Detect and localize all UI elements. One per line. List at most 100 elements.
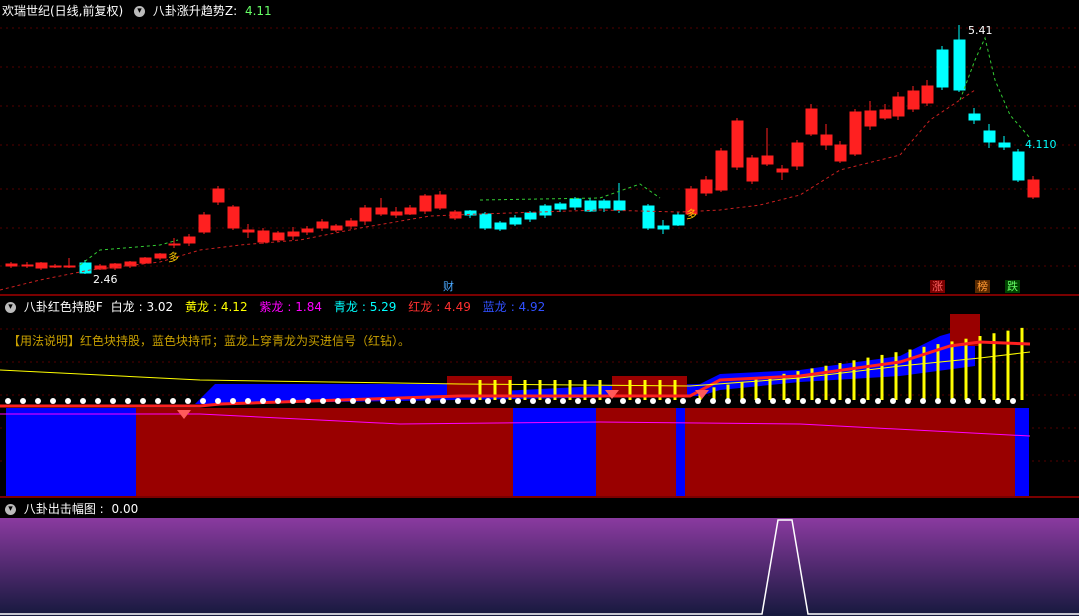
white-dragon-dot	[215, 398, 221, 404]
white-dragon-dot	[185, 398, 191, 404]
white-dragon-dot	[155, 398, 161, 404]
candle-body	[672, 214, 685, 226]
white-dragon-dot	[710, 398, 716, 404]
candle-body	[434, 194, 447, 209]
hold-block	[513, 408, 596, 496]
duo-signal-label: 多	[686, 208, 697, 221]
candle-body	[746, 157, 759, 182]
hold-block	[596, 408, 676, 496]
hold-indicator-canvas[interactable]	[0, 296, 1079, 496]
value-yellow-dragon: 黄龙: 4.12	[184, 300, 248, 314]
candle-body	[715, 150, 728, 191]
candle-body	[569, 198, 582, 208]
white-dragon-dot	[935, 398, 941, 404]
usage-note: 【用法说明】红色块持股，蓝色块持币；蓝龙上穿青龙为买进信号（红钻）。	[8, 334, 411, 348]
white-dragon-dot	[170, 398, 176, 404]
white-dragon-dot	[545, 398, 551, 404]
high-price-label: 5.41	[968, 24, 993, 37]
value-red-dragon: 红龙: 4.49	[408, 300, 471, 314]
white-dragon-dot	[980, 398, 986, 404]
value-purple-dragon: 紫龙: 1.84	[259, 300, 322, 314]
indicator-value: 4.11	[244, 4, 272, 18]
indicator-menu-chevron-icon[interactable]: ▾	[134, 6, 146, 17]
tag-bang[interactable]: 榜	[975, 280, 990, 293]
value-blue-dragon: 蓝龙: 4.92	[482, 300, 546, 314]
candle-body	[983, 130, 996, 143]
candle-body	[63, 265, 76, 268]
white-dragon-dot	[890, 398, 896, 404]
candle-body	[731, 120, 744, 168]
candle-body	[375, 207, 388, 215]
candle-body	[330, 225, 343, 231]
kline-panel[interactable]: 欢瑞世纪(日线,前复权) ▾ 八卦涨升趋势Z: 4.11 5.41 2.46 4…	[0, 0, 1079, 294]
white-dragon-dot	[305, 398, 311, 404]
candle-body	[953, 39, 966, 91]
white-dragon-dot	[590, 398, 596, 404]
candle-body	[921, 85, 934, 104]
white-dragon-dot	[350, 398, 356, 404]
trend-line-green	[959, 36, 1031, 139]
white-dragon-dot	[5, 398, 11, 404]
white-dragon-dot	[395, 398, 401, 404]
candle-body	[168, 243, 181, 246]
duo-signal-label: 多	[168, 251, 179, 264]
value-cyan-dragon: 青龙: 5.29	[333, 300, 397, 314]
white-dragon-dot	[680, 398, 686, 404]
candle-body	[479, 213, 492, 229]
white-dragon-dot	[335, 398, 341, 404]
white-dragon-dot	[275, 398, 281, 404]
kline-canvas[interactable]	[0, 0, 1079, 294]
indicator-menu-chevron-icon[interactable]: ▾	[5, 504, 16, 515]
hold-indicator-panel[interactable]: ▾ 八卦红色持股F 白龙: 3.02 黄龙: 4.12 紫龙: 1.84 青龙:…	[0, 296, 1079, 496]
white-dragon-dot	[530, 398, 536, 404]
value-white-dragon: 白龙: 3.02	[110, 300, 174, 314]
indicator-menu-chevron-icon[interactable]: ▾	[5, 302, 16, 313]
white-dragon-dot	[500, 398, 506, 404]
candle-body	[257, 230, 270, 243]
white-dragon-dot	[80, 398, 86, 404]
candle-body	[834, 144, 847, 162]
white-dragon-dot	[650, 398, 656, 404]
white-dragon-dot	[455, 398, 461, 404]
white-dragon-dot	[695, 398, 701, 404]
candle-body	[791, 142, 804, 167]
white-dragon-dot	[785, 398, 791, 404]
candle-body	[345, 220, 358, 227]
hold-block	[685, 408, 1015, 496]
strike-panel[interactable]: ▾ 八卦出击幅图 : 0.00	[0, 498, 1079, 616]
tag-cai[interactable]: 财	[441, 280, 456, 293]
white-dragon-dot	[440, 398, 446, 404]
candle-body	[776, 168, 789, 173]
white-dragon-dot	[800, 398, 806, 404]
white-dragon-dot	[740, 398, 746, 404]
candle-body	[700, 179, 713, 194]
candle-body	[805, 108, 818, 135]
white-dragon-dot	[1010, 398, 1016, 404]
white-dragon-dot	[845, 398, 851, 404]
kline-header: 欢瑞世纪(日线,前复权) ▾ 八卦涨升趋势Z: 4.11	[2, 4, 272, 18]
strike-header: ▾ 八卦出击幅图 : 0.00	[2, 502, 142, 516]
tag-die[interactable]: 跌	[1005, 280, 1020, 293]
white-dragon-dot	[50, 398, 56, 404]
candle-body	[524, 212, 537, 220]
white-dragon-dot	[365, 398, 371, 404]
candle-body	[242, 229, 255, 233]
candle-body	[5, 263, 18, 267]
white-dragon-dot	[920, 398, 926, 404]
hold-indicator-header: ▾ 八卦红色持股F 白龙: 3.02 黄龙: 4.12 紫龙: 1.84 青龙:…	[2, 300, 553, 314]
candle-body	[301, 228, 314, 233]
candle-body	[936, 49, 949, 88]
white-dragon-dot	[515, 398, 521, 404]
candle-body	[892, 96, 905, 117]
tag-zhang[interactable]: 涨	[930, 280, 945, 293]
white-dragon-dot	[380, 398, 386, 404]
white-dragon-dot	[110, 398, 116, 404]
white-dragon-dot	[125, 398, 131, 404]
indicator-name: 八卦红色持股F	[23, 300, 103, 314]
candle-body	[1012, 151, 1025, 181]
strike-canvas[interactable]	[0, 498, 1079, 616]
white-dragon-dot	[875, 398, 881, 404]
trend-line-green	[79, 239, 179, 266]
candle-body	[968, 113, 981, 121]
white-dragon-dot	[290, 398, 296, 404]
